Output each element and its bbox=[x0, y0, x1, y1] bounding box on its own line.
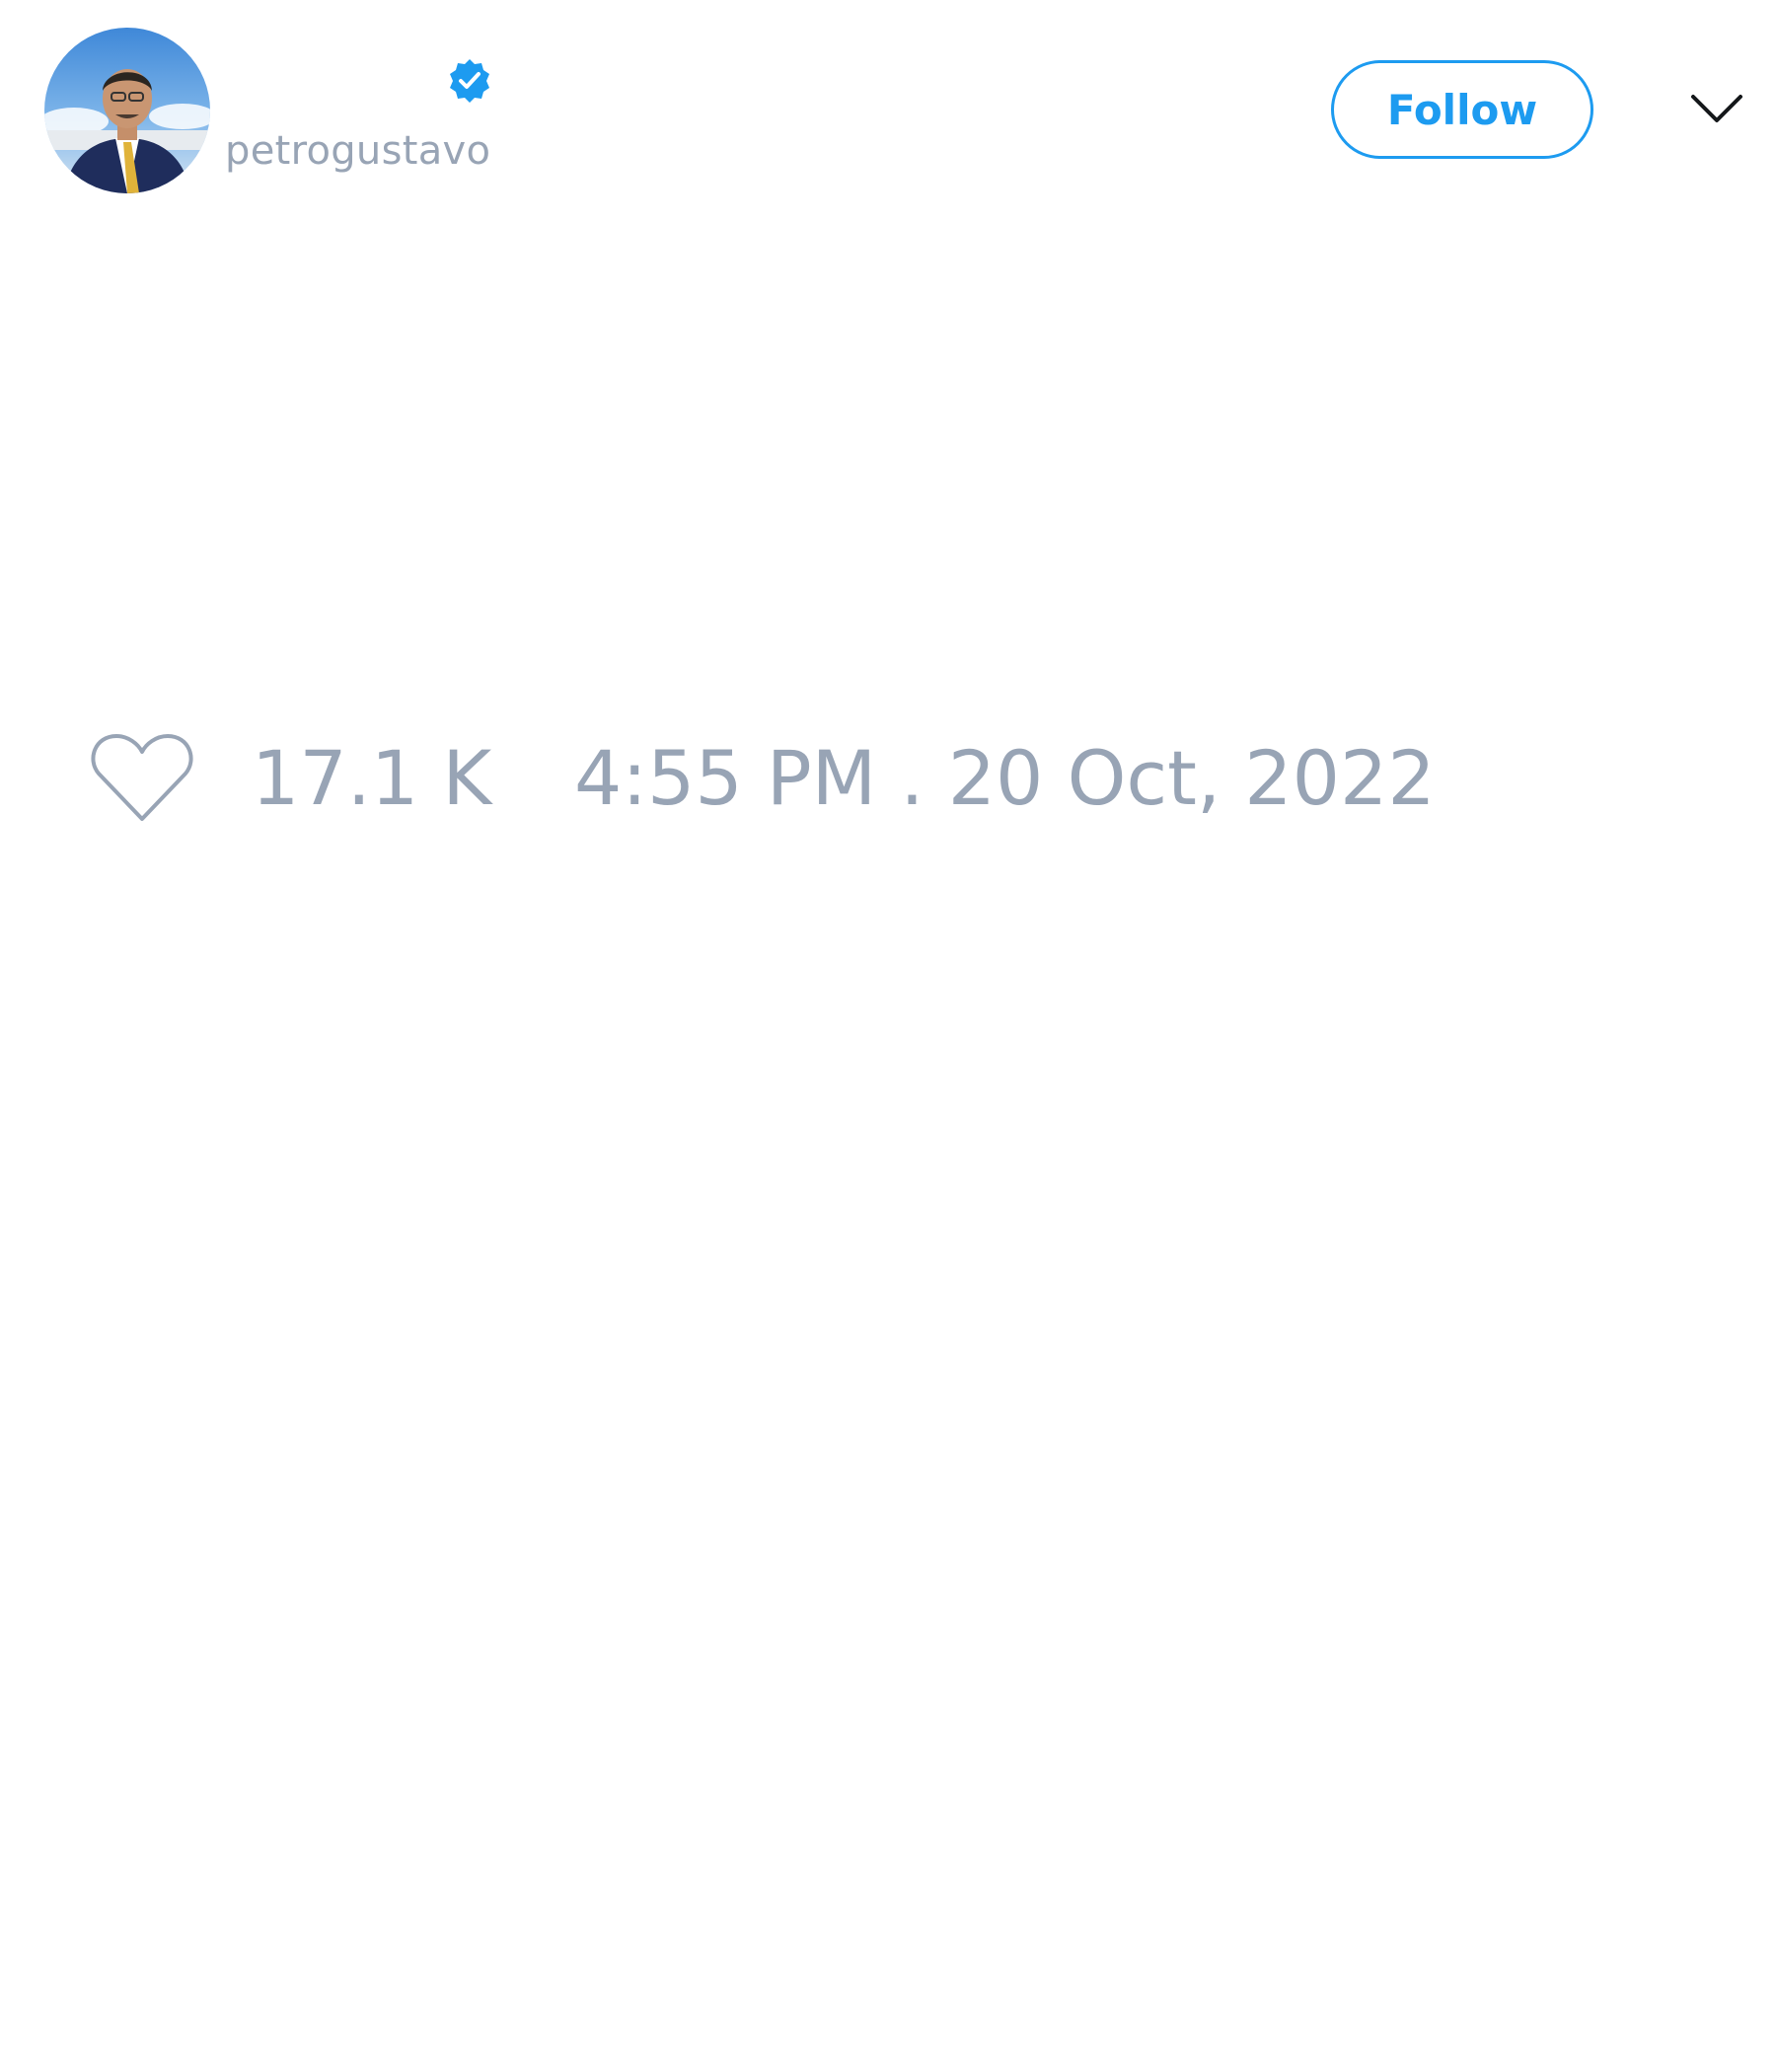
more-options-button[interactable] bbox=[1689, 87, 1744, 130]
chevron-down-icon bbox=[1691, 95, 1742, 122]
tweet-header: petrogustavo Follow bbox=[0, 0, 1776, 217]
user-handle[interactable]: petrogustavo bbox=[225, 128, 490, 174]
display-name[interactable] bbox=[225, 57, 442, 101]
like-button[interactable] bbox=[89, 730, 195, 825]
tweet-timestamp[interactable]: 4:55 PM . 20 Oct, 2022 bbox=[574, 734, 1436, 822]
tweet-text bbox=[44, 227, 1732, 701]
heart-outline-icon bbox=[91, 734, 193, 821]
verified-badge-icon bbox=[450, 59, 489, 103]
avatar-photo bbox=[44, 28, 210, 193]
follow-button[interactable]: Follow bbox=[1331, 60, 1593, 159]
avatar[interactable] bbox=[44, 28, 210, 193]
like-count: 17.1 K bbox=[252, 734, 492, 822]
tweet-footer: 17.1 K 4:55 PM . 20 Oct, 2022 bbox=[0, 720, 1776, 839]
